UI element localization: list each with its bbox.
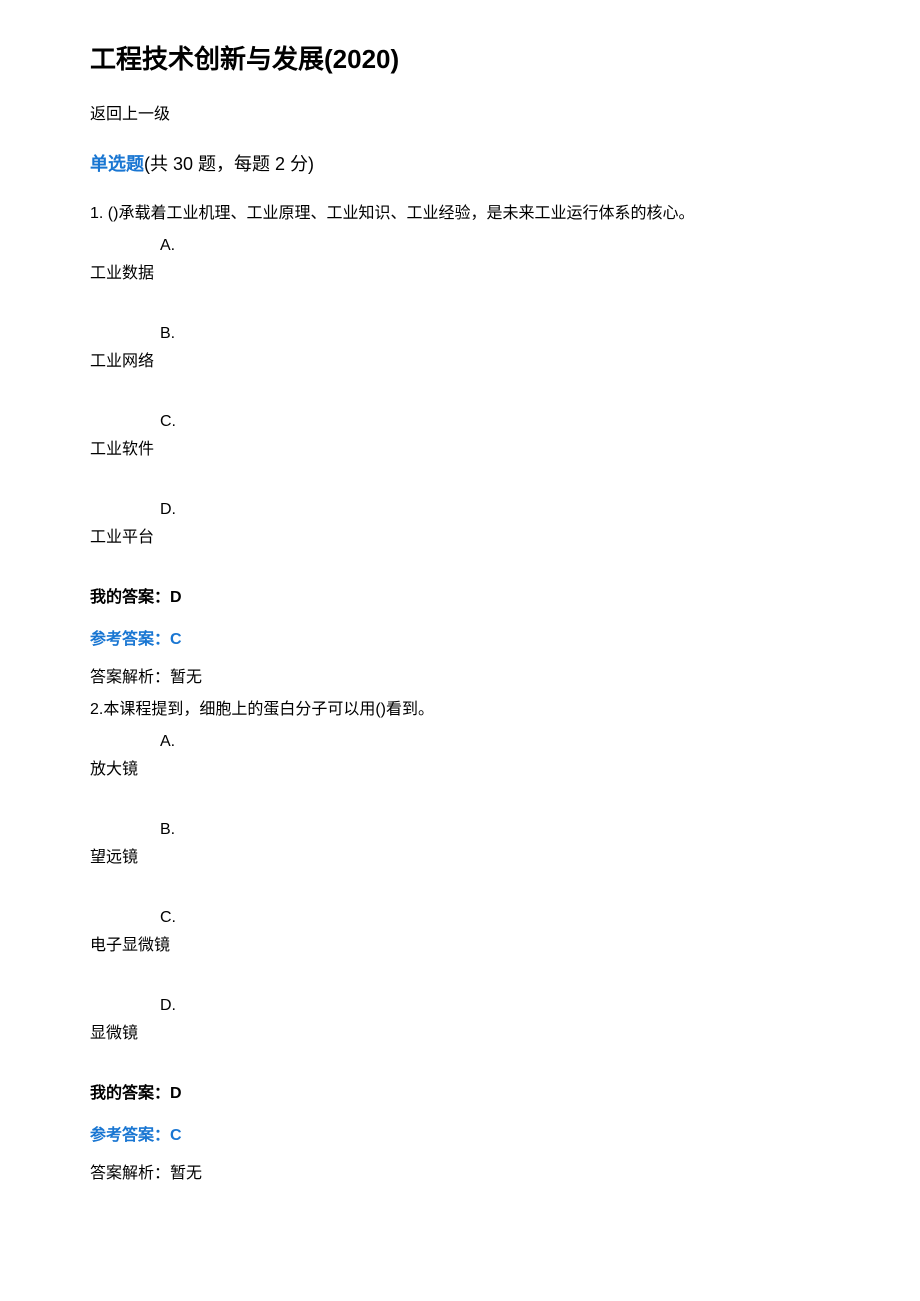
question-text: 本课程提到，细胞上的蛋白分子可以用()看到。 <box>103 701 434 718</box>
my-answer: 我的答案：D <box>90 586 830 610</box>
ref-answer-label: 参考答案： <box>90 1127 170 1144</box>
analysis-value: 暂无 <box>170 1165 202 1182</box>
reference-answer: 参考答案：C <box>90 1124 830 1148</box>
analysis-label: 答案解析： <box>90 669 170 686</box>
analysis-value: 暂无 <box>170 669 202 686</box>
analysis-label: 答案解析： <box>90 1165 170 1182</box>
answer-analysis: 答案解析：暂无 <box>90 1162 830 1186</box>
answer-analysis: 答案解析：暂无 <box>90 666 830 690</box>
back-link[interactable]: 返回上一级 <box>90 103 830 127</box>
option-text: 工业数据 <box>90 262 830 286</box>
question-stem: 2.本课程提到，细胞上的蛋白分子可以用()看到。 <box>90 698 830 722</box>
option-text: 电子显微镜 <box>90 934 830 958</box>
option-text: 工业网络 <box>90 350 830 374</box>
page-title: 工程技术创新与发展(2020) <box>90 40 830 79</box>
question-number: 1. <box>90 205 103 222</box>
ref-answer-label: 参考答案： <box>90 631 170 648</box>
option-letter: B. <box>160 322 830 346</box>
my-answer-value: D <box>170 1085 182 1102</box>
my-answer-label: 我的答案： <box>90 1085 170 1102</box>
reference-answer: 参考答案：C <box>90 628 830 652</box>
option-letter: C. <box>160 906 830 930</box>
question-text: ()承载着工业机理、工业原理、工业知识、工业经验，是未来工业运行体系的核心。 <box>108 205 695 222</box>
ref-answer-value: C <box>170 631 182 648</box>
option-text: 工业软件 <box>90 438 830 462</box>
question-block: 2.本课程提到，细胞上的蛋白分子可以用()看到。 A. 放大镜 B. 望远镜 C… <box>90 698 830 1186</box>
my-answer-label: 我的答案： <box>90 589 170 606</box>
option-text: 显微镜 <box>90 1022 830 1046</box>
my-answer-value: D <box>170 589 182 606</box>
option-letter: A. <box>160 730 830 754</box>
question-stem: 1. ()承载着工业机理、工业原理、工业知识、工业经验，是未来工业运行体系的核心… <box>90 202 830 226</box>
ref-answer-value: C <box>170 1127 182 1144</box>
question-number: 2. <box>90 701 103 718</box>
my-answer: 我的答案：D <box>90 1082 830 1106</box>
option-letter: D. <box>160 994 830 1018</box>
option-letter: C. <box>160 410 830 434</box>
option-text: 望远镜 <box>90 846 830 870</box>
question-block: 1. ()承载着工业机理、工业原理、工业知识、工业经验，是未来工业运行体系的核心… <box>90 202 830 690</box>
option-text: 放大镜 <box>90 758 830 782</box>
option-letter: B. <box>160 818 830 842</box>
option-text: 工业平台 <box>90 526 830 550</box>
section-header: 单选题(共 30 题，每题 2 分) <box>90 151 830 178</box>
section-type-label: 单选题 <box>90 154 144 174</box>
option-letter: D. <box>160 498 830 522</box>
option-letter: A. <box>160 234 830 258</box>
section-count-label: (共 30 题，每题 2 分) <box>144 154 314 174</box>
